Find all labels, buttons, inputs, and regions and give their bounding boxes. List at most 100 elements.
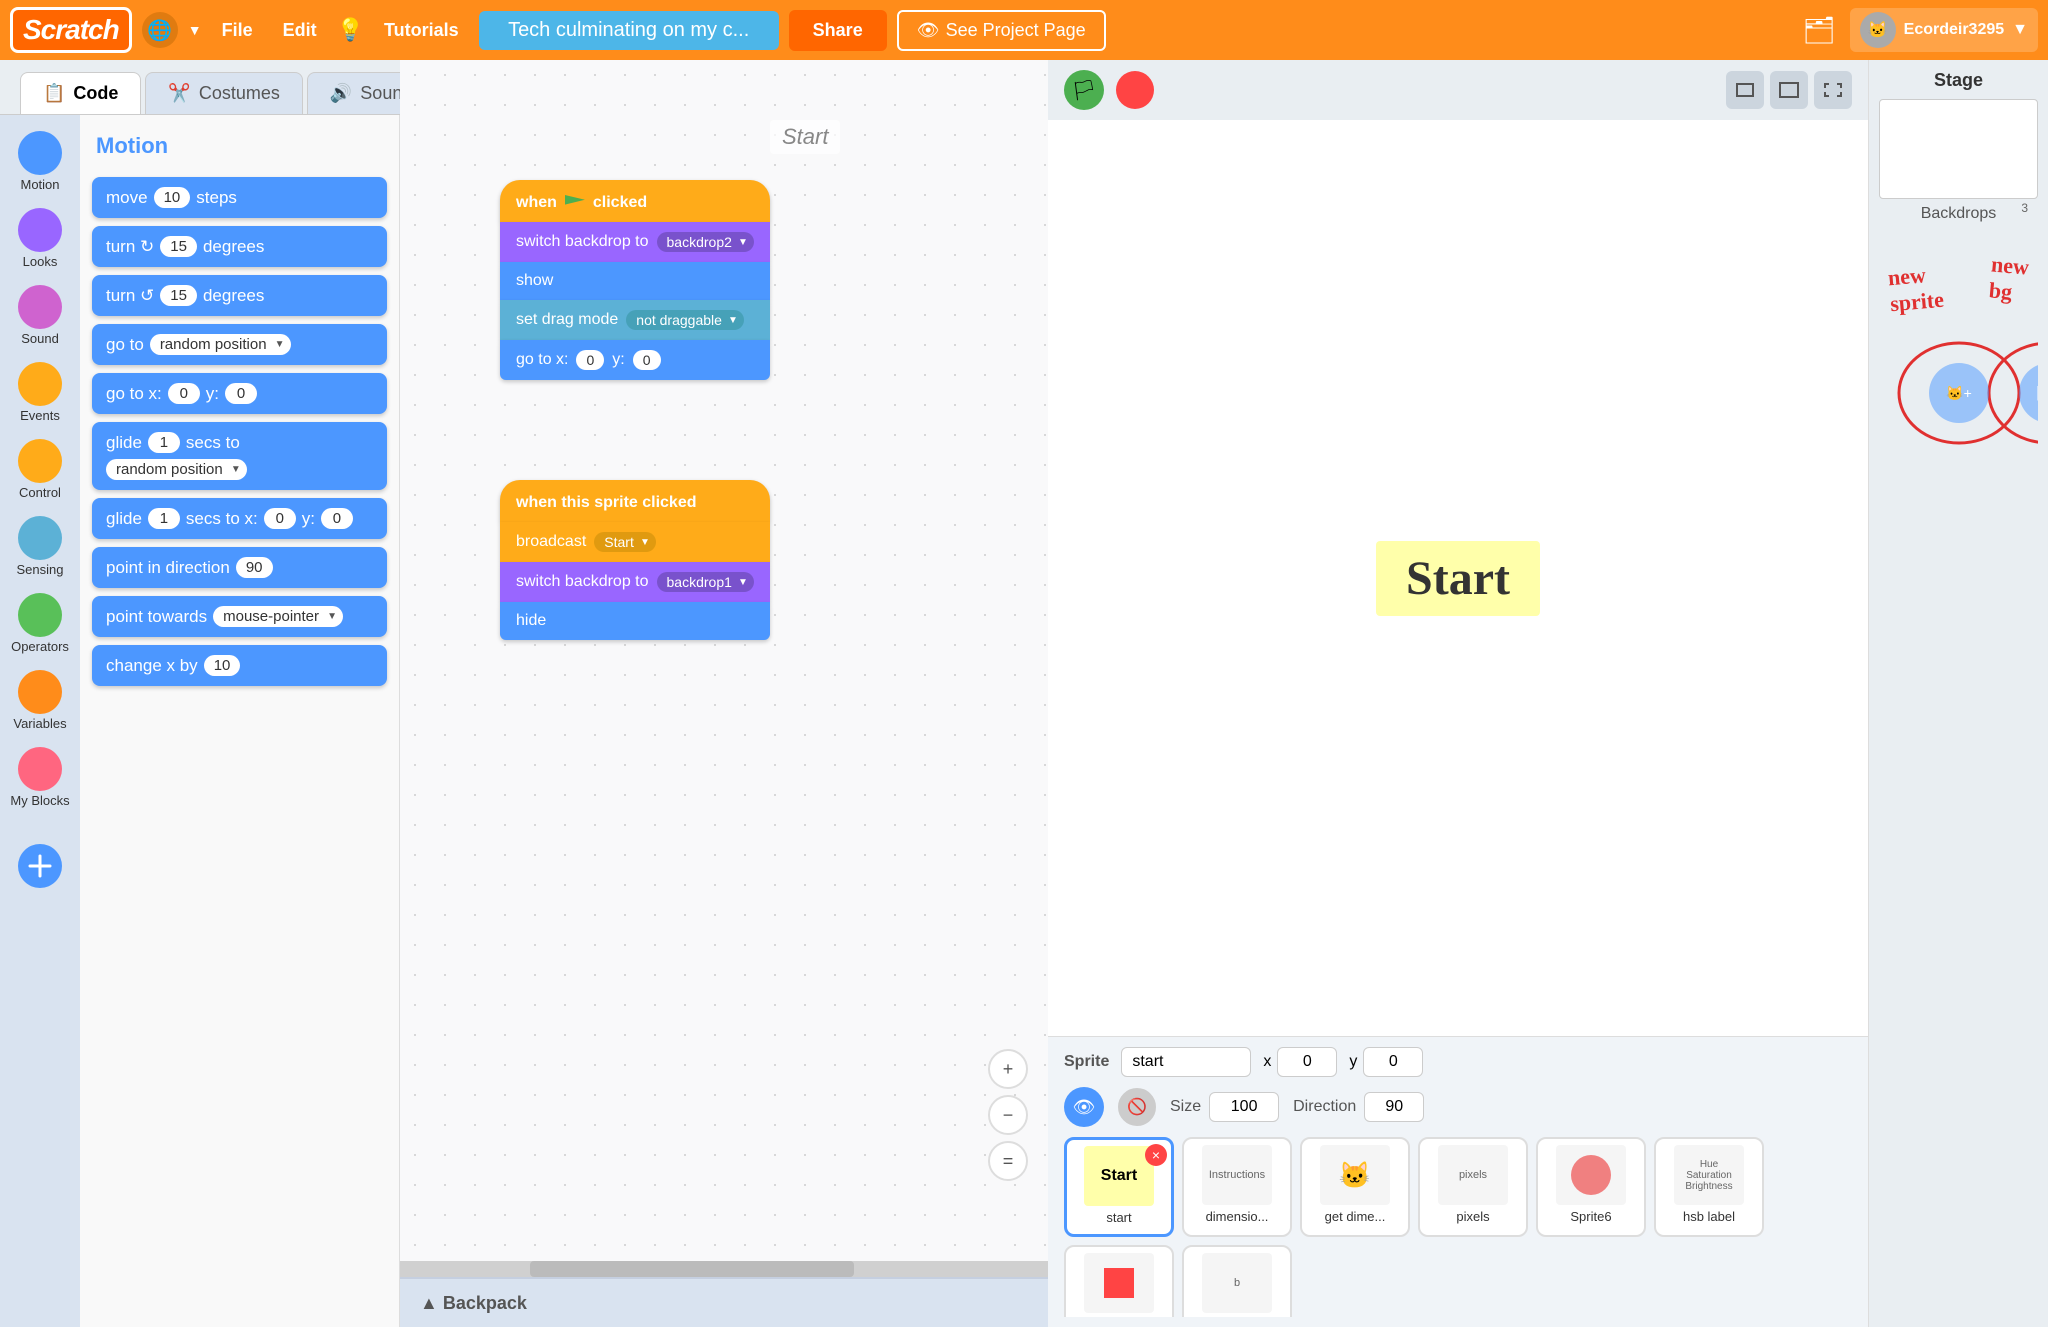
block-point-towards[interactable]: point towards mouse-pointer xyxy=(92,596,387,637)
tab-costumes[interactable]: ✂️ Costumes xyxy=(145,72,302,114)
ws-block-broadcast[interactable]: broadcast Start▼ xyxy=(500,522,770,562)
sidebar-item-events[interactable]: Events xyxy=(0,356,80,429)
stage-label: Stage xyxy=(1879,70,2038,91)
block-change-x[interactable]: change x by 10 xyxy=(92,645,387,686)
sprite-cell-start[interactable]: × Start start xyxy=(1064,1137,1174,1237)
sprite-visibility-row: 👁 🚫 Size Direction xyxy=(1064,1087,1852,1127)
tab-code[interactable]: 📋 Code xyxy=(20,72,141,114)
x-input-0[interactable]: 0 xyxy=(576,350,604,370)
direction-input[interactable] xyxy=(1364,1092,1424,1122)
zoom-in-button[interactable]: + xyxy=(988,1049,1028,1089)
sidebar-item-myblocks[interactable]: My Blocks xyxy=(0,741,80,814)
block-goto[interactable]: go to random position xyxy=(92,324,387,365)
sprite-name-input[interactable] xyxy=(1121,1047,1251,1077)
cat-label-sensing: Sensing xyxy=(17,562,64,577)
cat-label-control: Control xyxy=(19,485,61,500)
edit-menu[interactable]: Edit xyxy=(273,14,327,47)
y-input-0[interactable]: 0 xyxy=(633,350,661,370)
sprite-cell-sprite6[interactable]: Sprite6 xyxy=(1536,1137,1646,1237)
block-turn-ccw[interactable]: turn ↺ 15 degrees xyxy=(92,275,387,316)
category-panel: Motion Looks Sound Events Control xyxy=(0,115,80,1327)
folder-icon[interactable]: 🗂 xyxy=(1803,15,1836,46)
project-title-input[interactable] xyxy=(479,11,779,50)
add-extension-button[interactable] xyxy=(0,838,80,894)
size-row: Size xyxy=(1170,1092,1279,1122)
stage-right-panel: Stage 3 Backdrops newsprite newbg 🐱+ 🖼+ xyxy=(1868,60,2048,1327)
sprite-delete-icon[interactable]: × xyxy=(1145,1144,1167,1166)
sidebar-item-motion[interactable]: Motion xyxy=(0,125,80,198)
backdrop1-dropdown[interactable]: backdrop1▼ xyxy=(657,572,754,592)
cat-label-sound: Sound xyxy=(21,331,59,346)
sprite-cell-pixels[interactable]: pixels pixels xyxy=(1418,1137,1528,1237)
sprite-pixels-preview: pixels xyxy=(1438,1145,1508,1205)
cat-label-myblocks: My Blocks xyxy=(10,793,69,808)
sprite-cell-hsblabel[interactable]: HueSaturationBrightness hsb label xyxy=(1654,1137,1764,1237)
stop-button[interactable] xyxy=(1116,71,1154,109)
ws-block-switch-backdrop-2[interactable]: switch backdrop to backdrop1▼ xyxy=(500,562,770,602)
sprite-cell-getdime[interactable]: 🐱 get dime... xyxy=(1300,1137,1410,1237)
sidebar-item-variables[interactable]: Variables xyxy=(0,664,80,737)
not-draggable-dropdown[interactable]: not draggable▼ xyxy=(626,310,744,330)
block-point-direction[interactable]: point in direction 90 xyxy=(92,547,387,588)
block-goto-xy[interactable]: go to x: 0 y: 0 xyxy=(92,373,387,414)
small-stage-button[interactable] xyxy=(1726,71,1764,109)
start-watermark: Start xyxy=(770,120,840,154)
see-project-button[interactable]: 👁 See Project Page xyxy=(897,10,1106,51)
size-input[interactable] xyxy=(1209,1092,1279,1122)
block-glide1[interactable]: glide 1 secs to random position xyxy=(92,422,387,490)
sidebar-item-control[interactable]: Control xyxy=(0,433,80,506)
hide-sprite-button[interactable]: 🚫 xyxy=(1118,1088,1156,1126)
code-workspace[interactable]: Start when clicked switch backdrop to ba… xyxy=(400,60,1048,1261)
scratch-logo[interactable]: Scratch xyxy=(10,7,132,53)
zoom-out-button[interactable]: − xyxy=(988,1095,1028,1135)
ws-block-hat-flag[interactable]: when clicked xyxy=(500,180,770,222)
sidebar-item-sensing[interactable]: Sensing xyxy=(0,510,80,583)
tabs-bar: 📋 Code ✂️ Costumes 🔊 Sounds xyxy=(0,60,400,115)
annotation-new-bg: newbg xyxy=(1988,251,2030,306)
block-turn-cw[interactable]: turn ↻ 15 degrees xyxy=(92,226,387,267)
fullscreen-button[interactable] xyxy=(1814,71,1852,109)
large-stage-button[interactable] xyxy=(1770,71,1808,109)
y-label: y xyxy=(1349,1053,1357,1071)
show-sprite-button[interactable]: 👁 xyxy=(1064,1087,1104,1127)
ws-block-switch-backdrop-1[interactable]: switch backdrop to backdrop2▼ xyxy=(500,222,770,262)
sprite-cell-dimensio[interactable]: Instructions dimensio... xyxy=(1182,1137,1292,1237)
ws-block-goto-xy[interactable]: go to x: 0 y: 0 xyxy=(500,340,770,380)
sidebar-item-looks[interactable]: Looks xyxy=(0,202,80,275)
workspace-scrollbar-thumb[interactable] xyxy=(530,1261,854,1277)
annotation-new-sprite: newsprite xyxy=(1887,261,1945,317)
globe-icon[interactable]: 🌐 xyxy=(142,12,178,48)
user-chevron-icon: ▼ xyxy=(2012,21,2028,39)
backdrop2-dropdown[interactable]: backdrop2▼ xyxy=(657,232,754,252)
flag-shape xyxy=(565,195,585,211)
block-glide2[interactable]: glide 1 secs to x: 0 y: 0 xyxy=(92,498,387,539)
sprite-label-dimensio: dimensio... xyxy=(1206,1209,1269,1224)
tutorials-button[interactable]: Tutorials xyxy=(374,14,469,47)
motion-circle xyxy=(18,131,62,175)
blocks-panel: Motion move 10 steps turn ↻ 15 degrees t… xyxy=(80,115,400,1327)
ws-block-hide[interactable]: hide xyxy=(500,602,770,640)
sidebar-item-sound[interactable]: Sound xyxy=(0,279,80,352)
sprite-cell-colour[interactable]: colour xyxy=(1064,1245,1174,1317)
backpack-bar[interactable]: ▲ Backpack xyxy=(400,1277,1048,1327)
zoom-reset-button[interactable]: = xyxy=(988,1141,1028,1181)
nav-right-area: 🗂 🐱 Ecordeir3295 ▼ xyxy=(1803,8,2038,52)
user-menu[interactable]: 🐱 Ecordeir3295 ▼ xyxy=(1850,8,2038,52)
workspace-scrollbar[interactable] xyxy=(400,1261,1048,1277)
block-move[interactable]: move 10 steps xyxy=(92,177,387,218)
sprite-x-input[interactable] xyxy=(1277,1047,1337,1077)
sprite-y-input[interactable] xyxy=(1363,1047,1423,1077)
backdrops-area: 3 Backdrops xyxy=(1879,205,2038,223)
ws-block-show[interactable]: show xyxy=(500,262,770,300)
sprite-label-pixels: pixels xyxy=(1456,1209,1489,1224)
direction-label: Direction xyxy=(1293,1098,1356,1116)
share-button[interactable]: Share xyxy=(789,10,887,51)
sidebar-item-operators[interactable]: Operators xyxy=(0,587,80,660)
nav-chevron-icon[interactable]: ▼ xyxy=(188,22,202,38)
file-menu[interactable]: File xyxy=(212,14,263,47)
ws-block-hat-sprite-click[interactable]: when this sprite clicked xyxy=(500,480,770,522)
ws-block-drag-mode[interactable]: set drag mode not draggable▼ xyxy=(500,300,770,340)
green-flag-button[interactable]: 🏳 xyxy=(1064,70,1104,110)
sprite-cell-b[interactable]: b b xyxy=(1182,1245,1292,1317)
broadcast-start-dropdown[interactable]: Start▼ xyxy=(594,532,656,552)
